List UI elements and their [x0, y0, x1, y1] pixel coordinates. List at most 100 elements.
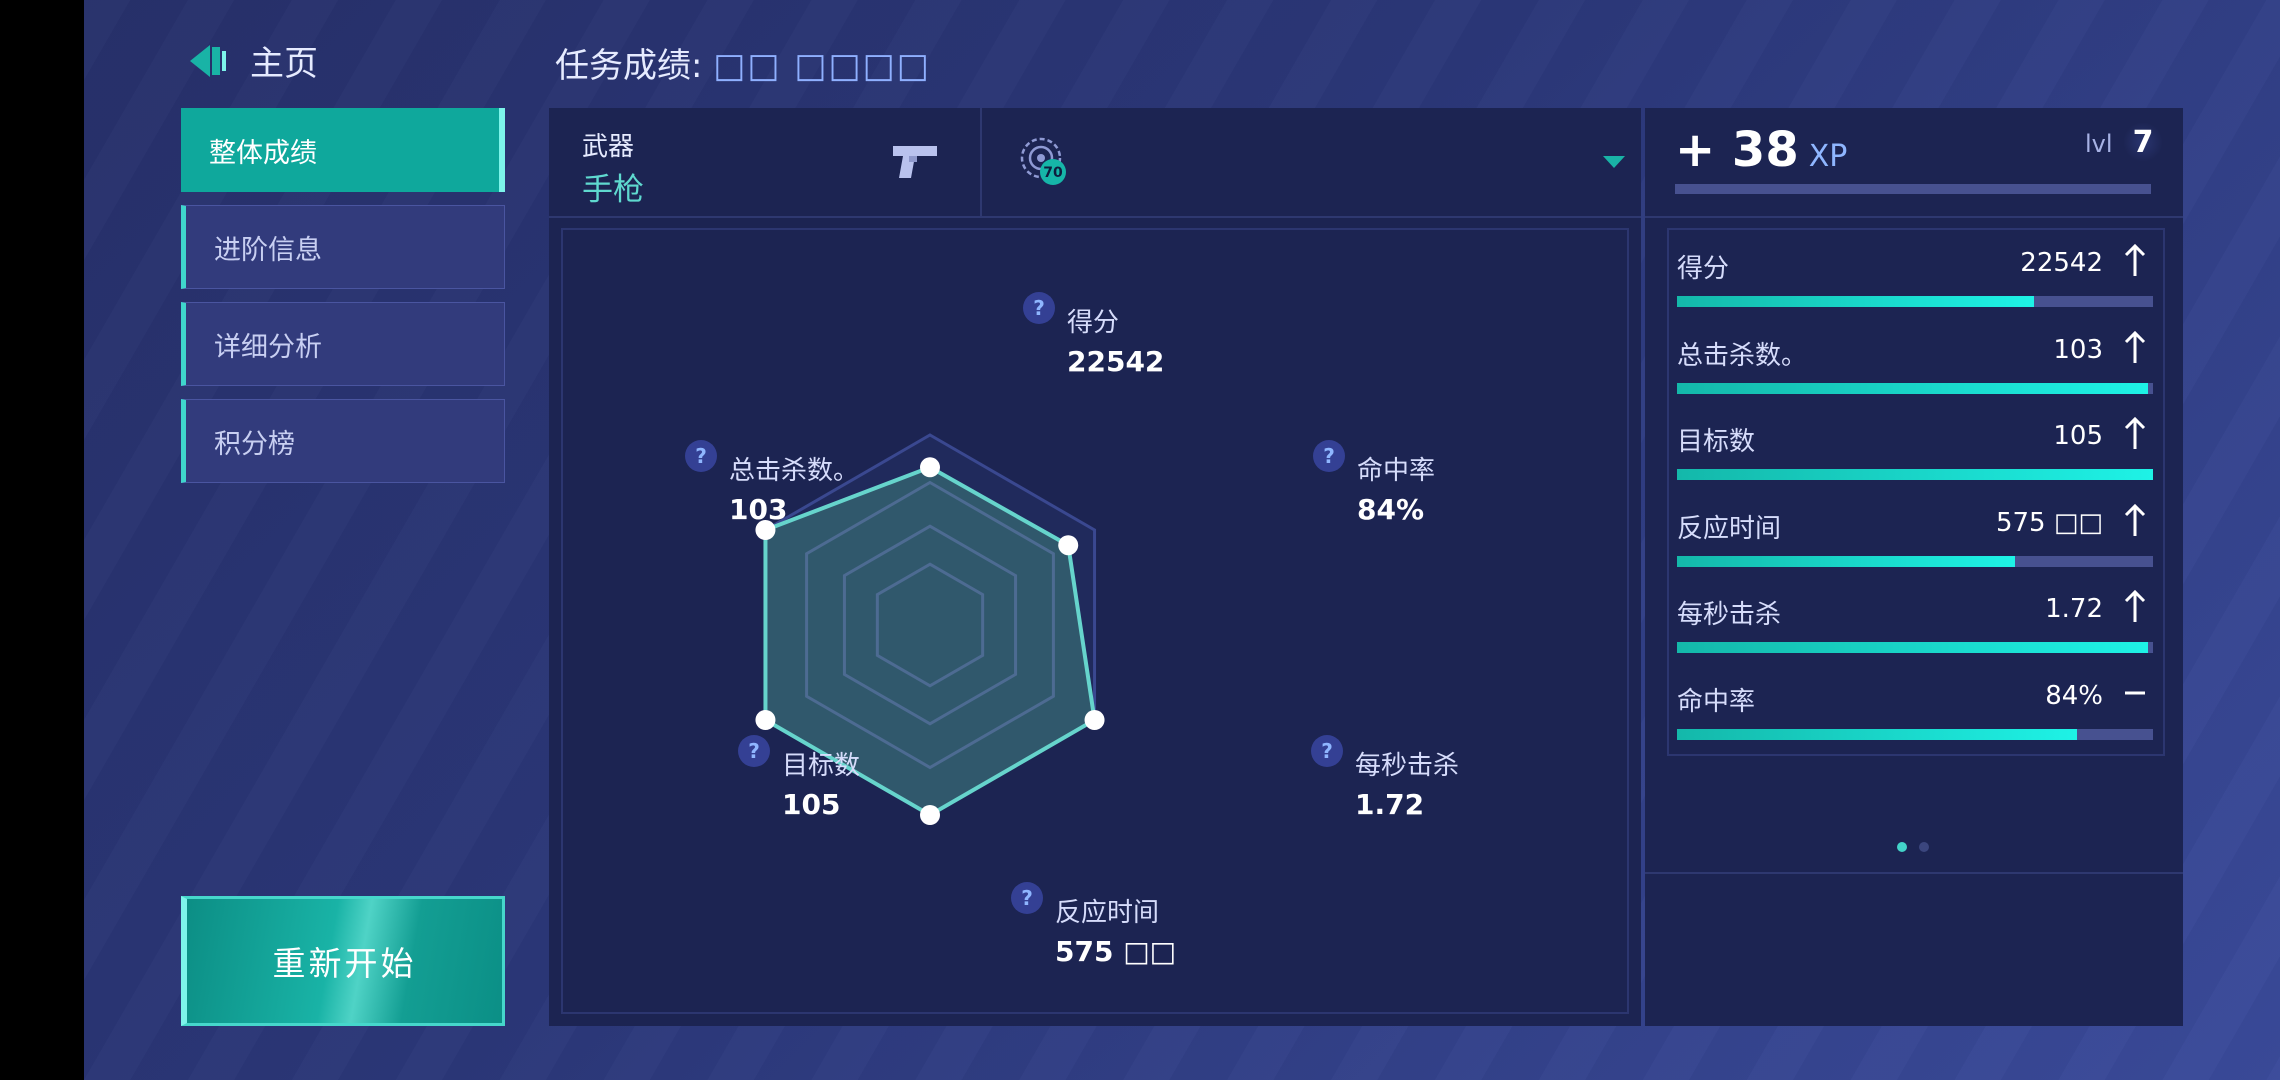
radar-axis-name: 总击杀数。 [729, 456, 860, 486]
stat-progress-fill [1677, 296, 2034, 307]
radar-axis-value: 1.72 [1355, 788, 1425, 821]
radar-axis-label-4: ? 目标数 105 [738, 735, 860, 821]
level-badge: 7 [2123, 122, 2163, 162]
radar-frame: ? 得分 22542? 命中率 84%? 每秒击杀 1.72? 反应时间 575 □□? 目标数 1… [561, 228, 1629, 1014]
radar-point-3 [920, 805, 940, 825]
stat-progress-fill [1677, 642, 2149, 653]
help-icon[interactable]: ? [685, 440, 717, 472]
arrow-up-icon [2124, 416, 2146, 449]
stat-name: 总击杀数。 [1677, 340, 1808, 371]
stat-value: 22542 [2020, 248, 2103, 278]
xp-value: + 38 [1675, 122, 1799, 178]
page-dot-2[interactable] [1919, 842, 1929, 852]
weapon-caption: 武器 [582, 132, 635, 162]
stat-value: 1.72 [2045, 594, 2103, 624]
stat-row: 得分 22542 [1677, 234, 2153, 320]
nav-label: 详细分析 [214, 331, 322, 363]
nav-label: 积分榜 [214, 428, 295, 460]
restart-label: 重新开始 [272, 944, 417, 983]
radar-axis-label-0: ? 得分 22542 [1023, 292, 1164, 378]
mission-title: 任务成绩: □□ □□□□ [555, 38, 931, 87]
radar-axis-name: 反应时间 [1055, 898, 1160, 928]
nav-leaderboard[interactable]: 积分榜 [181, 399, 505, 483]
stat-progress-track [1677, 296, 2153, 307]
stat-name: 目标数 [1677, 427, 1756, 457]
stat-progress-fill [1677, 382, 2149, 394]
help-icon[interactable]: ? [1023, 292, 1055, 324]
nav-label: 整体成绩 [209, 137, 317, 169]
arrow-up-icon [2124, 330, 2146, 363]
radar-axis-value: 575 □□ [1055, 935, 1177, 968]
pistol-icon [893, 146, 937, 178]
stat-progress-track [1677, 555, 2153, 567]
help-icon[interactable]: ? [1313, 440, 1345, 472]
radar-axis-label-2: ? 每秒击杀 1.72 [1311, 735, 1459, 821]
radar-axis-label-5: ? 总击杀数。 103 [685, 440, 859, 526]
target-difficulty-icon: 70 [1020, 137, 1066, 185]
stat-row: 命中率 84% [1677, 667, 2153, 753]
nav-detailed-analysis[interactable]: 详细分析 [181, 302, 505, 386]
back-arrow-icon [190, 44, 226, 77]
help-icon[interactable]: ? [738, 735, 770, 767]
mission-subtitle: □□ □□□□ [713, 46, 931, 86]
divider [1645, 872, 2183, 874]
mission-label: 任务成绩: [555, 46, 714, 86]
stat-progress-track [1677, 728, 2153, 740]
nav-overall-score[interactable]: 整体成绩 [181, 108, 505, 192]
radar-panel: ? 得分 22542? 命中率 84%? 每秒击杀 1.72? 反应时间 575 □□? 目标数 1… [549, 218, 1641, 1026]
divider [1645, 216, 2183, 218]
radar-axis-name: 目标数 [782, 751, 861, 781]
weapon-value: 手枪 [582, 172, 644, 208]
nav-advanced-info[interactable]: 进阶信息 [181, 205, 505, 289]
stat-row: 总击杀数。 103 [1677, 321, 2153, 407]
dash-icon [2125, 691, 2145, 694]
stat-row: 反应时间 575 □□ [1677, 494, 2153, 580]
arrow-up-icon [2124, 503, 2146, 536]
radar-point-1 [1058, 535, 1079, 556]
radar-axis-label-3: ? 反应时间 575 □□ [1011, 882, 1176, 968]
weapon-bar: 武器 手枪 70 [549, 108, 1641, 218]
home-label: 主页 [250, 44, 318, 84]
stat-row: 目标数 105 [1677, 407, 2153, 493]
stat-name: 得分 [1677, 254, 1730, 284]
page-dot-1[interactable] [1897, 842, 1907, 852]
radar-axis-value: 22542 [1067, 345, 1165, 378]
radar-axis-name: 每秒击杀 [1355, 751, 1460, 781]
xp-panel: + 38 XP lvl 7 得分 22542 总击杀数。 103 目标数 105 反应时间 5… [1645, 108, 2183, 1026]
home-button[interactable]: 主页 [188, 36, 318, 85]
xp-unit: XP [1808, 139, 1848, 174]
left-black-bar [0, 0, 84, 1080]
difficulty-badge: 70 [1043, 165, 1063, 181]
radar-point-4 [755, 710, 776, 730]
radar-axis-value: 84% [1357, 493, 1425, 526]
arrow-up-icon [2124, 243, 2146, 276]
radar-axis-name: 得分 [1067, 308, 1120, 338]
radar-axis-name: 命中率 [1357, 456, 1436, 486]
stat-progress-track [1677, 469, 2153, 480]
stat-name: 每秒击杀 [1677, 600, 1782, 630]
radar-axis-label-1: ? 命中率 84% [1313, 440, 1435, 526]
stat-progress-track [1677, 382, 2153, 394]
stat-value: 105 [2053, 421, 2103, 451]
stat-name: 命中率 [1677, 686, 1756, 717]
xp-progress-bar [1675, 184, 2151, 194]
stat-progress-track [1677, 642, 2153, 653]
stat-progress-fill [1677, 728, 2077, 740]
stat-value: 103 [2053, 334, 2103, 365]
help-icon[interactable]: ? [1011, 882, 1043, 914]
weapon-selector[interactable]: 武器 手枪 [549, 108, 982, 216]
page-indicator [1897, 842, 1929, 852]
stat-value: 84% [2045, 680, 2103, 711]
radar-axis-value: 103 [729, 493, 788, 526]
stat-row: 每秒击杀 1.72 [1677, 580, 2153, 666]
stat-progress-fill [1677, 555, 2015, 567]
help-icon[interactable]: ? [1311, 735, 1343, 767]
nav-label: 进阶信息 [214, 234, 322, 266]
xp-gain: + 38 XP [1675, 122, 1847, 178]
chevron-down-icon[interactable] [1603, 154, 1625, 170]
stat-name: 反应时间 [1677, 513, 1782, 544]
stats-list: 得分 22542 总击杀数。 103 目标数 105 反应时间 575 □□ 每秒击杀 1.72 命… [1667, 228, 2165, 756]
radar-point-0 [920, 457, 940, 478]
restart-button[interactable]: 重新开始 [181, 896, 505, 1026]
stat-value: 575 □□ [1995, 507, 2103, 538]
